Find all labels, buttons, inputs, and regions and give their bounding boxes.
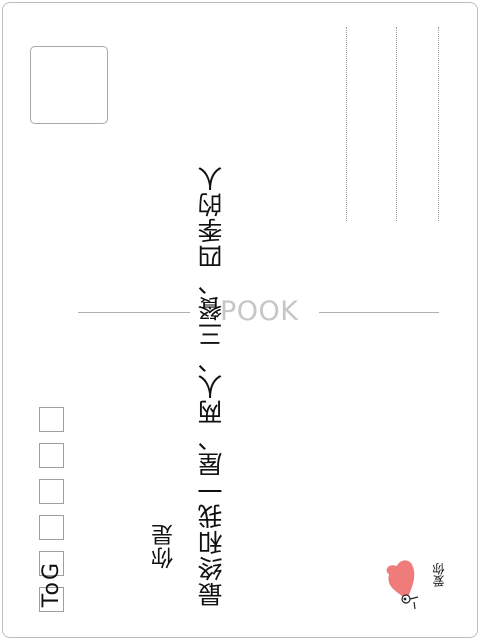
- heart-doodle: [378, 556, 428, 611]
- divider-right: [319, 312, 439, 313]
- postcard-message: 最终和我一屋、两人、三餐、四季的人: [197, 165, 226, 607]
- address-line-2: [396, 27, 397, 221]
- postcard-greeting: 你是: [152, 523, 177, 569]
- postcard: POOK 最终和我一屋、两人、三餐、四季的人 你是 ToG 爱你: [2, 2, 478, 638]
- postcode-box-3: [39, 479, 64, 504]
- divider-left: [78, 312, 190, 313]
- love-note: 爱你: [432, 563, 446, 587]
- heart-icon: [386, 560, 419, 610]
- doodle-figure-icon: [401, 594, 419, 610]
- postcode-box-1: [39, 407, 64, 432]
- address-line-1: [346, 27, 347, 221]
- to-label: ToG: [39, 560, 64, 607]
- postcode-box-4: [39, 515, 64, 540]
- address-line-3: [438, 27, 439, 221]
- postcode-box-2: [39, 443, 64, 468]
- stamp-box: [30, 46, 108, 124]
- watermark: POOK: [220, 296, 299, 327]
